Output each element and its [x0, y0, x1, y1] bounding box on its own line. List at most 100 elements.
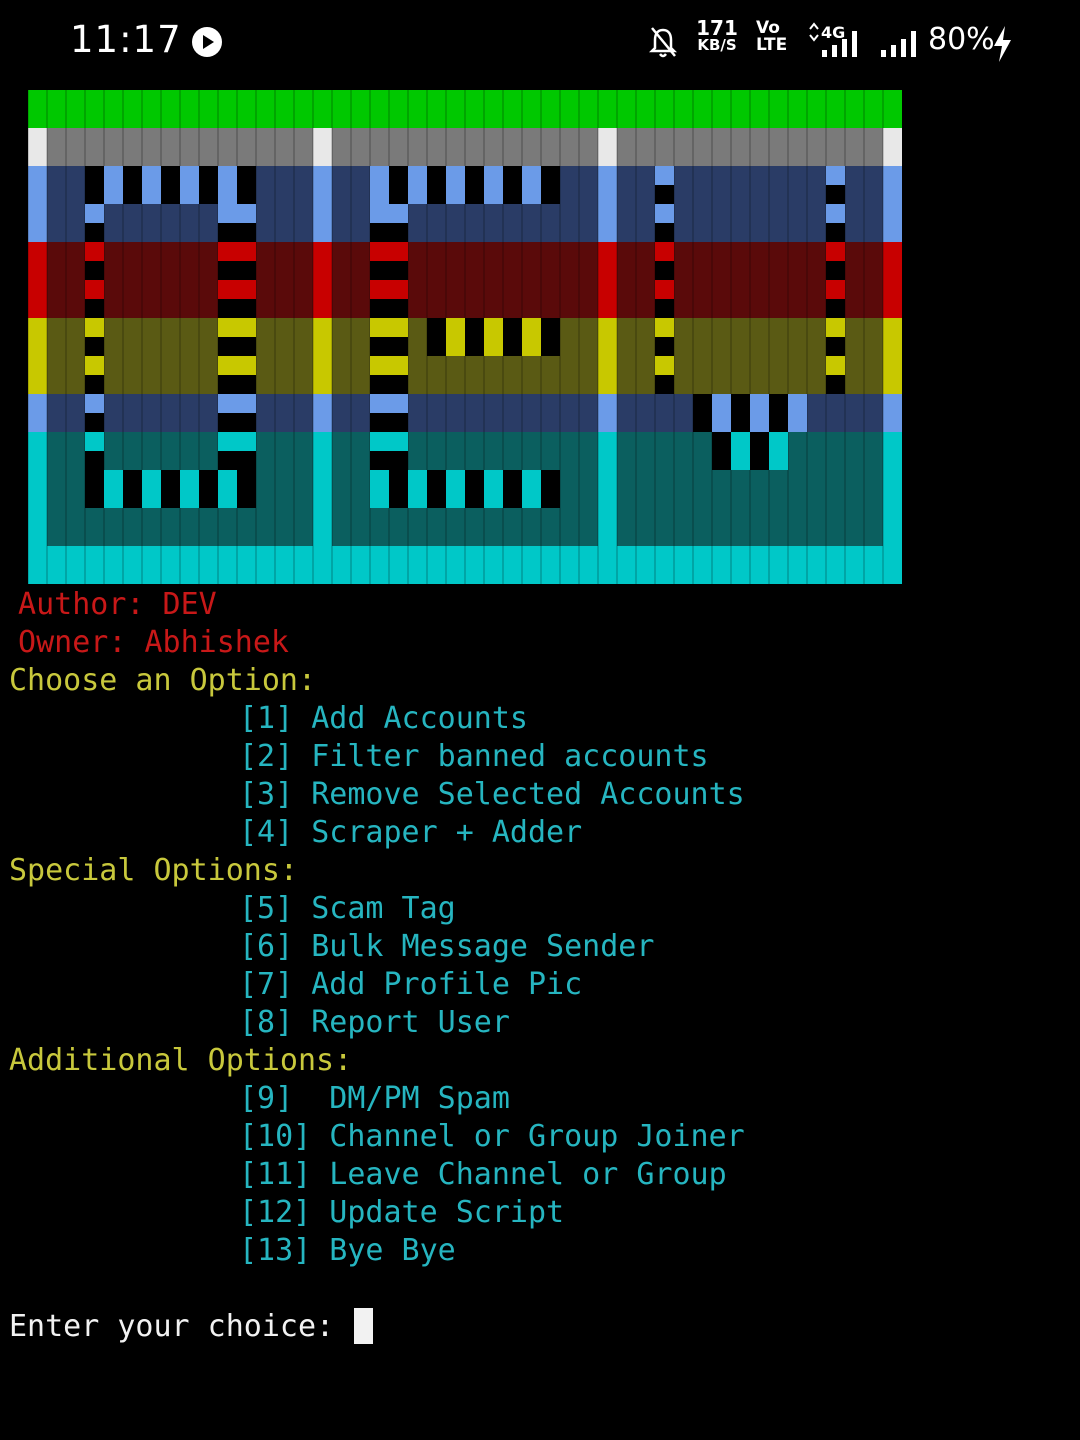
banner-cell [47, 318, 66, 356]
banner-cell [142, 508, 161, 546]
banner-cell [142, 242, 161, 280]
banner-cell [66, 546, 85, 584]
banner-cell [712, 242, 731, 280]
banner-cell [674, 508, 693, 546]
menu-item-bulk-message[interactable]: [6] Bulk Message Sender [239, 928, 654, 966]
letter-cell [370, 261, 389, 280]
letter-cell [389, 451, 408, 470]
banner-cell [598, 204, 617, 242]
letter-cell [389, 318, 408, 337]
banner-cell [47, 128, 66, 166]
banner-cell [218, 90, 237, 128]
banner-cell [598, 318, 617, 356]
menu-item-group-joiner[interactable]: [10] Channel or Group Joiner [239, 1118, 745, 1156]
banner-cell [845, 318, 864, 356]
banner-cell [275, 90, 294, 128]
text-cursor[interactable] [354, 1308, 374, 1344]
banner-cell [769, 470, 788, 508]
menu-item-scraper-adder[interactable]: [4] Scraper + Adder [239, 814, 582, 852]
banner-cell [256, 546, 275, 584]
letter-cell [370, 413, 389, 432]
letter-cell [370, 204, 389, 223]
banner-cell [693, 470, 712, 508]
banner-cell [693, 204, 712, 242]
menu-item-dm-spam[interactable]: [9] DM/PM Spam [239, 1080, 510, 1118]
banner-cell [693, 356, 712, 394]
letter-cell [85, 337, 104, 356]
letter-cell [85, 261, 104, 280]
banner-cell [579, 128, 598, 166]
banner-cell [275, 394, 294, 432]
letter-cell [85, 204, 104, 223]
banner-cell [123, 128, 142, 166]
letter-cell [218, 223, 237, 242]
letter-cell [237, 356, 256, 375]
banner-cell [28, 394, 47, 432]
banner-cell [332, 546, 351, 584]
menu-item-filter-banned[interactable]: [2] Filter banned accounts [239, 738, 709, 776]
banner-cell [104, 242, 123, 280]
banner-cell [446, 204, 465, 242]
banner-cell [769, 356, 788, 394]
banner-cell [617, 166, 636, 204]
banner-cell [389, 90, 408, 128]
banner-cell [579, 356, 598, 394]
banner-cell [446, 508, 465, 546]
network-speed: 171 KB/S [694, 18, 740, 64]
banner-cell [883, 508, 902, 546]
letter-cell [427, 318, 446, 356]
banner-cell [142, 546, 161, 584]
menu-item-add-accounts[interactable]: [1] Add Accounts [239, 700, 528, 738]
letter-cell [655, 280, 674, 299]
banner-cell [47, 546, 66, 584]
banner-cell [275, 280, 294, 318]
banner-cell [674, 470, 693, 508]
banner-cell [28, 204, 47, 242]
banner-cell [769, 318, 788, 356]
menu-item-bye-bye[interactable]: [13] Bye Bye [239, 1232, 456, 1270]
letter-cell [199, 166, 218, 204]
letter-cell [826, 356, 845, 375]
banner-cell [47, 356, 66, 394]
banner-cell [788, 356, 807, 394]
banner-cell [332, 242, 351, 280]
choice-prompt[interactable]: Enter your choice: [9, 1308, 374, 1346]
banner-cell [28, 128, 47, 166]
banner-cell [617, 128, 636, 166]
banner-cell [674, 128, 693, 166]
banner-cell [256, 242, 275, 280]
banner-cell [275, 204, 294, 242]
banner-cell [731, 280, 750, 318]
banner-cell [256, 356, 275, 394]
banner-cell [617, 432, 636, 470]
letter-cell [237, 204, 256, 223]
letter-cell [389, 166, 408, 204]
banner-cell [769, 128, 788, 166]
banner-cell [66, 508, 85, 546]
menu-item-report-user[interactable]: [8] Report User [239, 1004, 510, 1042]
menu-item-leave-group[interactable]: [11] Leave Channel or Group [239, 1156, 727, 1194]
banner-cell [313, 470, 332, 508]
menu-item-profile-pic[interactable]: [7] Add Profile Pic [239, 966, 582, 1004]
banner-cell [560, 318, 579, 356]
banner-cell [503, 394, 522, 432]
letter-cell [237, 242, 256, 261]
letter-cell [237, 337, 256, 356]
banner-cell [484, 432, 503, 470]
banner-cell [636, 394, 655, 432]
letter-cell [85, 318, 104, 337]
banner-cell [161, 356, 180, 394]
menu-item-remove-selected[interactable]: [3] Remove Selected Accounts [239, 776, 745, 814]
banner-cell [180, 508, 199, 546]
menu-item-update-script[interactable]: [12] Update Script [239, 1194, 564, 1232]
menu-item-scam-tag[interactable]: [5] Scam Tag [239, 890, 456, 928]
banner-cell [807, 508, 826, 546]
banner-cell [883, 318, 902, 356]
banner-cell [351, 166, 370, 204]
banner-cell [617, 204, 636, 242]
letter-cell [237, 413, 256, 432]
banner-cell [522, 432, 541, 470]
banner-cell [294, 166, 313, 204]
banner-cell [351, 318, 370, 356]
letter-cell [465, 166, 484, 204]
